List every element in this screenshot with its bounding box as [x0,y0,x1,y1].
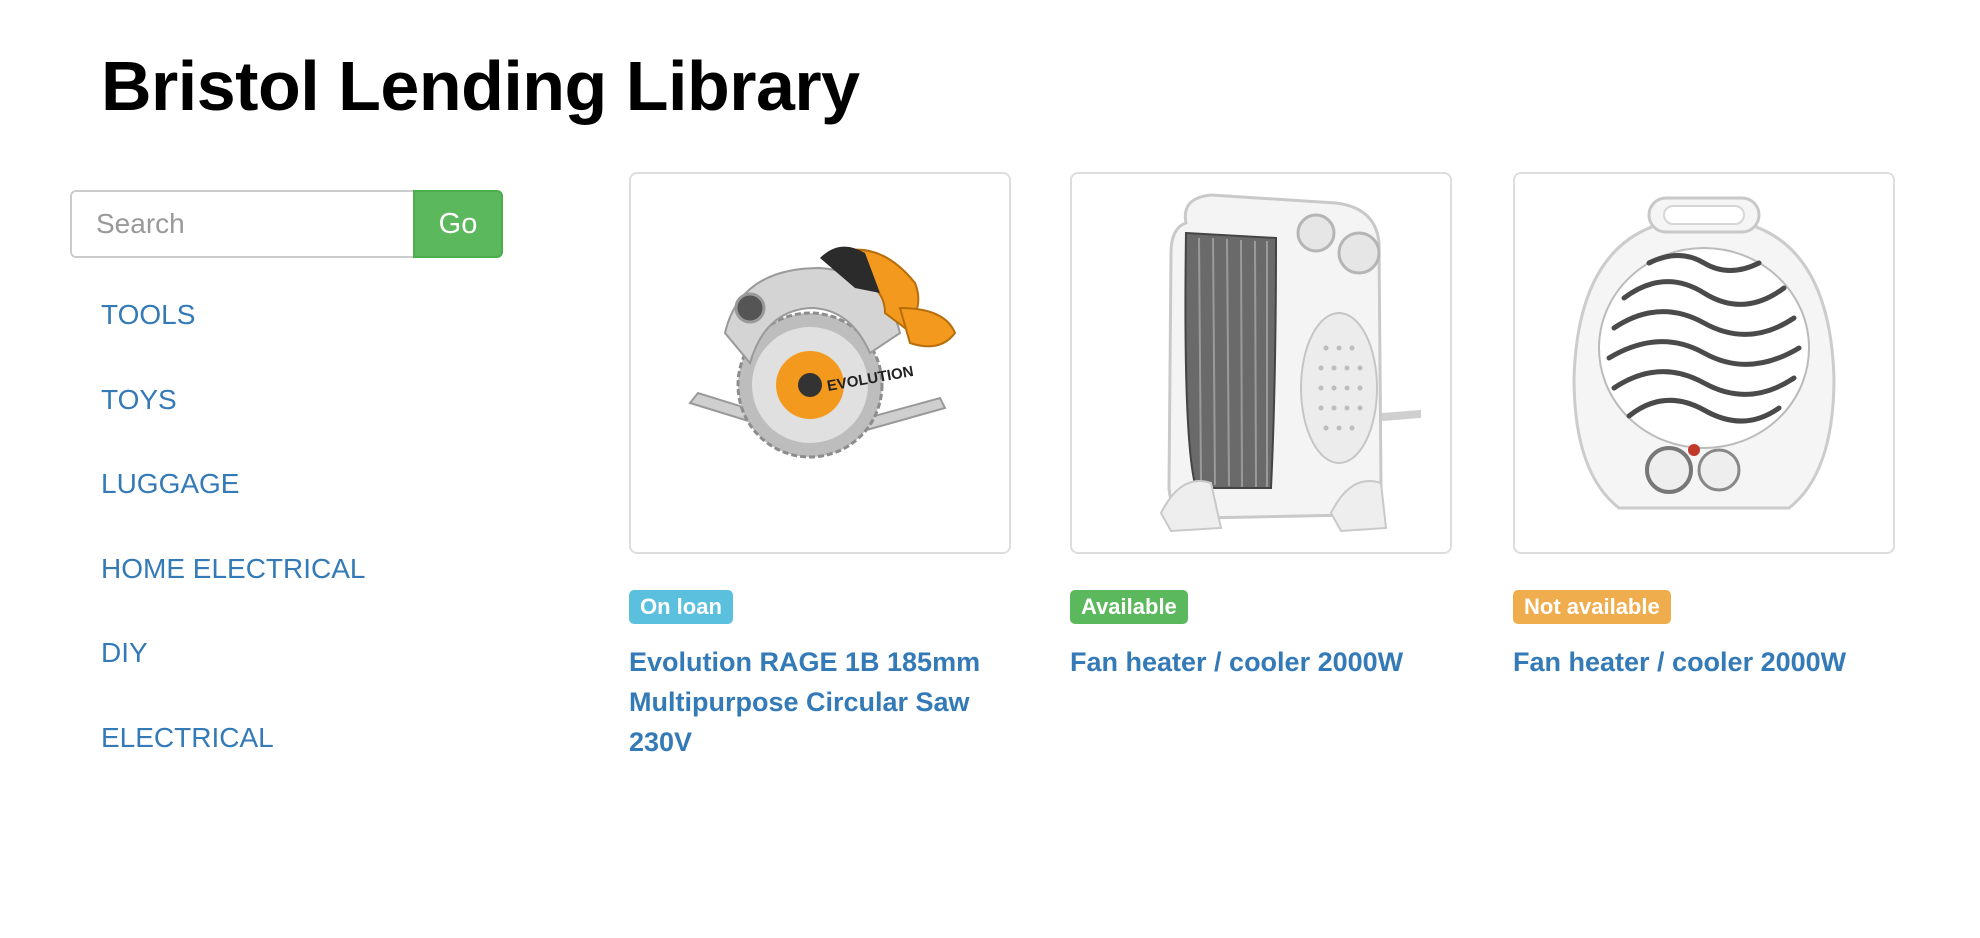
item-image-link[interactable]: EVOLUTION [629,172,1011,554]
category-item: LUGGAGE [101,463,366,548]
upright-fan-heater-image [1159,193,1421,533]
category-item: HOME ELECTRICAL [101,548,366,633]
item-title-link[interactable]: Evolution RAGE 1B 185mm Multipurpose Cir… [629,642,1011,762]
sidebar: Go TOOLS TOYS LUGGAGE HOME ELECTRICAL DI… [70,190,510,753]
category-item: TOOLS [101,294,366,379]
category-item: TOYS [101,379,366,464]
go-button[interactable]: Go [413,190,503,258]
item-card: Not available Fan heater / cooler 2000W [1513,172,1895,682]
item-image-link[interactable] [1513,172,1895,554]
category-link-toys[interactable]: TOYS [101,384,177,415]
circular-saw-image: EVOLUTION [688,246,957,459]
item-image-link[interactable] [1070,172,1452,554]
item-card: EVOLUTION On loan Evolution RAGE 1B 185m… [629,172,1011,762]
search-input[interactable] [70,190,413,258]
status-badge: On loan [629,590,733,624]
round-fan-heater-image [1572,196,1836,510]
status-badge: Not available [1513,590,1671,624]
category-link-luggage[interactable]: LUGGAGE [101,468,239,499]
category-item: DIY [101,632,366,717]
category-list: TOOLS TOYS LUGGAGE HOME ELECTRICAL DIY E… [101,294,366,801]
item-card: Available Fan heater / cooler 2000W [1070,172,1452,682]
page-title: Bristol Lending Library [101,47,860,125]
category-link-diy[interactable]: DIY [101,637,148,668]
category-item: ELECTRICAL [101,717,366,802]
item-title-link[interactable]: Fan heater / cooler 2000W [1070,642,1452,682]
status-badge: Available [1070,590,1188,624]
category-link-home-electrical[interactable]: HOME ELECTRICAL [101,553,366,584]
search-form: Go [70,190,503,258]
category-link-tools[interactable]: TOOLS [101,299,195,330]
item-title-link[interactable]: Fan heater / cooler 2000W [1513,642,1895,682]
category-link-electrical[interactable]: ELECTRICAL [101,722,274,753]
